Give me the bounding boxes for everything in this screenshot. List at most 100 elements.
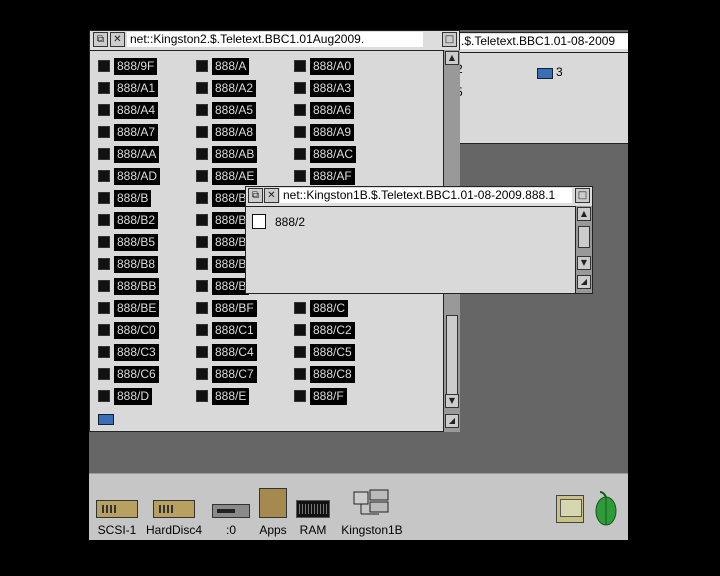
file-icon-tile[interactable]: 888/C	[294, 299, 384, 319]
file-icon-tile[interactable]: 888/A7	[98, 123, 188, 143]
back-icon[interactable]: ⧉	[93, 32, 108, 47]
file-icon-tile[interactable]: 888/A9	[294, 123, 384, 143]
resize-icon[interactable]: ◢	[577, 275, 591, 289]
desktop[interactable]: .$.Teletext.BBC1.01-08-2009 2 5 3 ⧉ ✕ ne…	[89, 30, 628, 540]
file-icon-tile[interactable]: 888/C4	[196, 343, 286, 363]
file-icon-tile[interactable]: 888/A1	[98, 79, 188, 99]
file-icon-tile[interactable]: 888/BE	[98, 299, 188, 319]
scroll-up-icon[interactable]: ▲	[577, 207, 591, 221]
file-label: 888/B8	[114, 256, 159, 273]
file-icon	[252, 214, 266, 229]
file-icon-tile[interactable]: 888/BF	[196, 299, 286, 319]
filer-window-back[interactable]: .$.Teletext.BBC1.01-08-2009 2 5 3	[439, 32, 628, 144]
acorn-icon[interactable]	[594, 491, 618, 527]
close-icon[interactable]: ✕	[110, 32, 125, 47]
file-icon-tile[interactable]: 888/B8	[98, 255, 188, 275]
file-icon-tile[interactable]: 888/B	[98, 189, 188, 209]
file-icon-tile[interactable]: 888/A3	[294, 79, 384, 99]
iconbar-scsi1[interactable]: SCSI-1	[92, 474, 142, 540]
file-icon-tile[interactable]: 888/A6	[294, 101, 384, 121]
file-icon-tile[interactable]: 888/A	[196, 57, 286, 77]
file-icon	[196, 214, 208, 226]
iconbar-ram[interactable]: RAM	[294, 474, 332, 540]
file-icon-tile[interactable]: 888/2	[252, 213, 332, 233]
file-icon-tile[interactable]: 888/E	[196, 387, 286, 407]
file-icon	[98, 390, 110, 402]
file-icon	[98, 302, 110, 314]
file-icon-tile[interactable]: 888/C0	[98, 321, 188, 341]
display-icon[interactable]	[556, 495, 584, 523]
file-icon	[196, 390, 208, 402]
filer-window-front[interactable]: ⧉ ✕ net::Kingston1B.$.Teletext.BBC1.01-0…	[245, 186, 593, 294]
file-icon	[294, 82, 306, 94]
scroll-up-icon[interactable]: ▲	[445, 51, 459, 65]
file-icon	[98, 280, 110, 292]
file-icon-tile[interactable]: 888/A8	[196, 123, 286, 143]
file-icon	[98, 148, 110, 160]
toggle-size-icon[interactable]: □	[575, 188, 590, 203]
iconbar-apps[interactable]: Apps	[255, 474, 291, 540]
iconbar-harddisc4[interactable]: HardDisc4	[141, 474, 207, 540]
file-icon	[98, 82, 110, 94]
file-icon	[294, 104, 306, 116]
file-label: 888/A9	[310, 124, 355, 141]
iconbar-label: Kingston1B	[341, 523, 403, 537]
window-title: net::Kingston1B.$.Teletext.BBC1.01-08-20…	[280, 188, 572, 203]
directory-icon[interactable]	[537, 68, 553, 79]
file-icon-tile[interactable]: 888/A2	[196, 79, 286, 99]
file-label: 888/BF	[212, 300, 257, 317]
file-icon	[98, 368, 110, 380]
file-icon-tile[interactable]: 888/AE	[196, 167, 286, 187]
icon-bar[interactable]: SCSI-1 HardDisc4 :0 Apps RAM Kingston1B	[89, 473, 628, 540]
file-icon-tile[interactable]: 888/C3	[98, 343, 188, 363]
file-icon-tile[interactable]: 888/AC	[294, 145, 384, 165]
file-icon	[196, 368, 208, 380]
scroll-down-icon[interactable]: ▼	[445, 394, 459, 408]
iconbar-floppy[interactable]: :0	[211, 474, 251, 540]
file-icon-tile[interactable]: 888/AD	[98, 167, 188, 187]
file-icon	[294, 302, 306, 314]
network-drive-icon	[352, 488, 392, 518]
file-icon-tile[interactable]: 888/B2	[98, 211, 188, 231]
resize-icon[interactable]: ◢	[445, 414, 459, 428]
iconbar-kingston1b[interactable]: Kingston1B	[337, 474, 407, 540]
title-bar[interactable]: ⧉ ✕ net::Kingston2.$.Teletext.BBC1.01Aug…	[90, 31, 459, 51]
close-icon[interactable]: ✕	[264, 188, 279, 203]
file-icon-tile[interactable]: 888/C2	[294, 321, 384, 341]
file-icon-tile[interactable]: 888/D	[98, 387, 188, 407]
file-label: 888/A7	[114, 124, 159, 141]
scroll-down-icon[interactable]: ▼	[577, 256, 591, 270]
iconbar-label: HardDisc4	[145, 523, 202, 537]
file-label: 888/AA	[114, 146, 160, 163]
file-icon-tile[interactable]: 888/AA	[98, 145, 188, 165]
file-icon-tile[interactable]: 888/AF	[294, 167, 384, 187]
file-icon-tile[interactable]: 888/A4	[98, 101, 188, 121]
file-label: 888/A2	[212, 80, 257, 97]
file-label: 888/C5	[310, 344, 355, 361]
file-icon-tile[interactable]: 888/AB	[196, 145, 286, 165]
file-icon-tile[interactable]: 888/C1	[196, 321, 286, 341]
file-icon-tile[interactable]: 888/C7	[196, 365, 286, 385]
file-label: 888/AD	[114, 168, 161, 185]
file-icon-tile[interactable]: 888/F	[294, 387, 384, 407]
file-icon	[294, 390, 306, 402]
title-bar[interactable]: .$.Teletext.BBC1.01-08-2009	[440, 33, 628, 53]
file-icon-tile[interactable]: 888/A0	[294, 57, 384, 77]
scroll-thumb[interactable]	[578, 226, 590, 248]
title-bar[interactable]: ⧉ ✕ net::Kingston1B.$.Teletext.BBC1.01-0…	[246, 187, 592, 207]
file-icon-tile[interactable]: 888/C5	[294, 343, 384, 363]
file-icon-tile[interactable]: 888/C6	[98, 365, 188, 385]
directory-icon[interactable]	[98, 414, 114, 425]
file-icon-tile[interactable]: 888/A5	[196, 101, 286, 121]
back-icon[interactable]: ⧉	[248, 188, 263, 203]
file-icon-tile[interactable]: 888/9F	[98, 57, 188, 77]
file-icon-tile[interactable]: 888/BB	[98, 277, 188, 297]
file-icon	[294, 368, 306, 380]
file-icon	[98, 60, 110, 72]
file-icon	[98, 346, 110, 358]
toggle-size-icon[interactable]: □	[442, 32, 457, 47]
file-icon-tile[interactable]: 888/C8	[294, 365, 384, 385]
file-label: 888/E	[212, 388, 250, 405]
file-icon-tile[interactable]: 888/B5	[98, 233, 188, 253]
vertical-scrollbar[interactable]: ▲ ▼ ◢	[575, 206, 592, 293]
